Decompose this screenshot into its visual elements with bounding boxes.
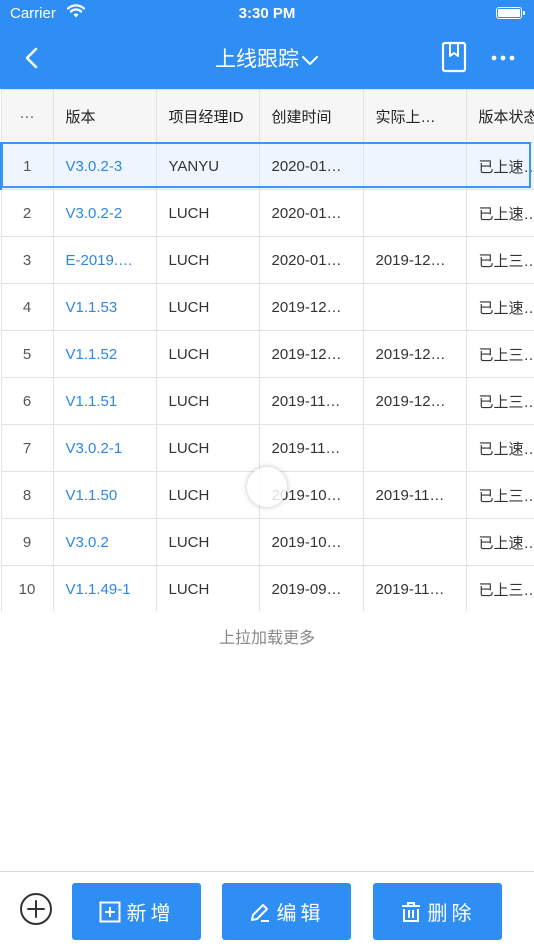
status-cell: 已上速… (465, 189, 534, 237)
created-cell: 2020-01… (258, 142, 364, 190)
status-cell: 已上三… (465, 471, 534, 519)
row-index: 7 (0, 424, 54, 472)
load-more-hint: 上拉加载更多 (218, 630, 315, 647)
tracking-table-container[interactable]: ··· 版本 项目经理ID 创建时间 实际上… 版本状态 1 V3.0.2-3 … (0, 89, 534, 611)
row-index: 8 (0, 471, 54, 519)
actual-cell: 2019-12… (362, 236, 467, 284)
version-link[interactable]: V1.1.49-1 (52, 565, 157, 611)
table-row[interactable]: 4 V1.1.53 LUCH 2019-12… 已上速… (0, 283, 534, 331)
add-button[interactable]: 新增 (72, 883, 201, 940)
pm-cell: LUCH (155, 283, 260, 331)
plus-square-icon (99, 901, 120, 922)
version-link[interactable]: V1.1.53 (52, 283, 157, 331)
battery-icon (496, 7, 525, 19)
version-link[interactable]: V1.1.51 (52, 377, 157, 425)
status-cell: 已上速… (465, 424, 534, 472)
status-cell: 已上速… (465, 283, 534, 331)
status-cell: 已上三… (465, 330, 534, 378)
row-index: 10 (0, 565, 54, 611)
created-cell: 2020-01… (258, 236, 364, 284)
column-header-actual[interactable]: 实际上… (362, 89, 467, 143)
status-cell: 已上速… (465, 142, 534, 190)
status-cell: 已上三… (465, 377, 534, 425)
actual-cell (362, 518, 467, 566)
pm-cell: LUCH (155, 518, 260, 566)
row-index: 6 (0, 377, 54, 425)
trash-icon (401, 901, 420, 922)
version-link[interactable]: V3.0.2-1 (52, 424, 157, 472)
edit-button[interactable]: 编辑 (222, 883, 351, 940)
table-row[interactable]: 1 V3.0.2-3 YANYU 2020-01… 已上速… (0, 142, 534, 190)
version-link[interactable]: E-2019.… (52, 236, 157, 284)
row-index: 4 (0, 283, 54, 331)
version-link[interactable]: V1.1.50 (52, 471, 157, 519)
column-header-pm-id[interactable]: 项目经理ID (155, 89, 260, 143)
column-header-created[interactable]: 创建时间 (258, 89, 364, 143)
table-row[interactable]: 10 V1.1.49-1 LUCH 2019-09… 2019-11… 已上三… (0, 565, 534, 611)
table-header-row: ··· 版本 项目经理ID 创建时间 实际上… 版本状态 (0, 89, 534, 143)
pm-cell: LUCH (155, 565, 260, 611)
more-icon[interactable] (488, 44, 518, 72)
table-row[interactable]: 3 E-2019.… LUCH 2020-01… 2019-12… 已上三… (0, 236, 534, 284)
status-cell: 已上三… (465, 236, 534, 284)
edit-button-label: 编辑 (276, 903, 325, 925)
created-cell: 2020-01… (258, 189, 364, 237)
actual-cell: 2019-12… (362, 377, 467, 425)
table-row[interactable]: 2 V3.0.2-2 LUCH 2020-01… 已上速… (0, 189, 534, 237)
actual-cell (362, 283, 467, 331)
table-row[interactable]: 6 V1.1.51 LUCH 2019-11… 2019-12… 已上三… (0, 377, 534, 425)
tracking-table: ··· 版本 项目经理ID 创建时间 实际上… 版本状态 1 V3.0.2-3 … (0, 89, 534, 611)
created-cell: 2019-09… (258, 565, 364, 611)
actual-cell (362, 424, 467, 472)
table-row[interactable]: 5 V1.1.52 LUCH 2019-12… 2019-12… 已上三… (0, 330, 534, 378)
table-row[interactable]: 7 V3.0.2-1 LUCH 2019-11… 已上速… (0, 424, 534, 472)
actual-cell (362, 142, 467, 190)
status-cell: 已上速… (465, 518, 534, 566)
pencil-icon (250, 903, 269, 922)
created-cell: 2019-12… (258, 283, 364, 331)
status-cell: 已上三… (465, 565, 534, 611)
add-button-label: 新增 (126, 903, 175, 925)
version-link[interactable]: V3.0.2-2 (52, 189, 157, 237)
delete-button[interactable]: 删除 (373, 883, 502, 940)
bottom-toolbar: 新增 编辑 删除 (0, 871, 534, 951)
created-cell: 2019-11… (258, 424, 364, 472)
pm-cell: LUCH (155, 424, 260, 472)
version-link[interactable]: V1.1.52 (52, 330, 157, 378)
row-index: 2 (0, 189, 54, 237)
column-header-status[interactable]: 版本状态 (465, 89, 534, 143)
row-index: 1 (0, 142, 54, 190)
page-title: 上线跟踪 (215, 48, 299, 71)
delete-button-label: 删除 (427, 903, 476, 925)
app-header: Carrier 3:30 PM 上线跟踪 (0, 0, 534, 89)
chevron-down-icon (302, 56, 318, 66)
pm-cell: YANYU (155, 142, 260, 190)
row-index: 5 (0, 330, 54, 378)
table-row[interactable]: 9 V3.0.2 LUCH 2019-10… 已上速… (0, 518, 534, 566)
row-index: 3 (0, 236, 54, 284)
column-header-version[interactable]: 版本 (52, 89, 157, 143)
column-menu-header[interactable]: ··· (0, 89, 54, 143)
actual-cell: 2019-11… (362, 565, 467, 611)
actual-cell (362, 189, 467, 237)
pm-cell: LUCH (155, 471, 260, 519)
status-time: 3:30 PM (238, 5, 296, 22)
touch-indicator (247, 467, 287, 507)
nav-bar: 上线跟踪 (0, 28, 534, 89)
status-bar: Carrier 3:30 PM (0, 0, 534, 28)
version-link[interactable]: V3.0.2-3 (52, 142, 157, 190)
actual-cell: 2019-12… (362, 330, 467, 378)
pm-cell: LUCH (155, 330, 260, 378)
created-cell: 2019-11… (258, 377, 364, 425)
created-cell: 2019-10… (258, 518, 364, 566)
bookmark-icon[interactable] (441, 41, 467, 73)
plus-circle-icon[interactable] (19, 892, 53, 926)
actual-cell: 2019-11… (362, 471, 467, 519)
pm-cell: LUCH (155, 189, 260, 237)
pm-cell: LUCH (155, 377, 260, 425)
created-cell: 2019-12… (258, 330, 364, 378)
pm-cell: LUCH (155, 236, 260, 284)
row-index: 9 (0, 518, 54, 566)
version-link[interactable]: V3.0.2 (52, 518, 157, 566)
